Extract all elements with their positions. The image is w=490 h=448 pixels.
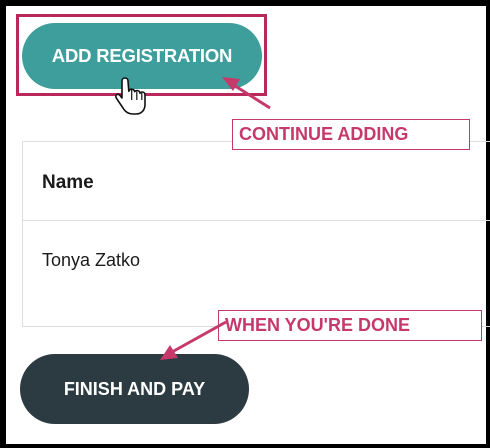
- continue-adding-callout: CONTINUE ADDING: [232, 119, 470, 150]
- hand-pointer-icon: [115, 77, 146, 115]
- registrations-table: Name Tonya Zatko: [22, 141, 490, 327]
- registrant-name: Tonya Zatko: [42, 250, 141, 270]
- table-header-row: Name: [23, 142, 490, 221]
- name-column-header: Name: [42, 172, 94, 193]
- finish-and-pay-button[interactable]: FINISH AND PAY: [20, 354, 249, 424]
- when-done-callout: WHEN YOU'RE DONE: [218, 310, 482, 341]
